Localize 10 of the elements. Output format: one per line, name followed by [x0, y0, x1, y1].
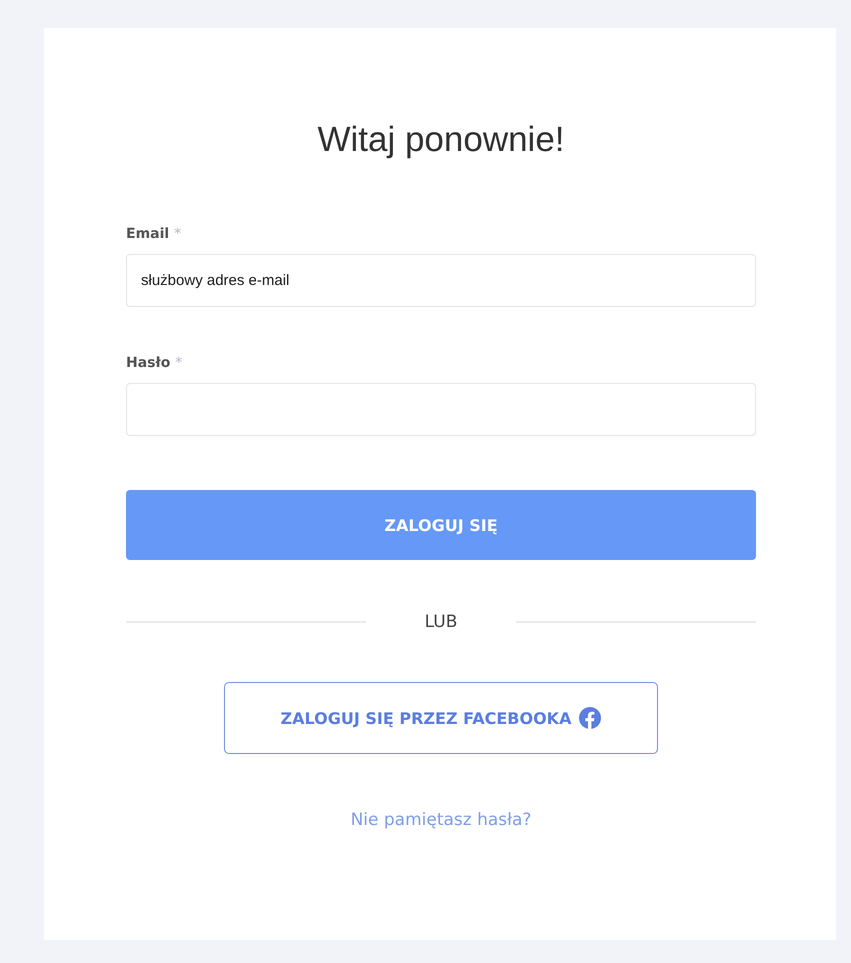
input-field[interactable] — [126, 383, 756, 436]
divider-text: LUB — [424, 612, 458, 632]
facebook-login-button[interactable]: ZALOGUJ SIĘ PRZEZ FACEBOOKA — [224, 682, 658, 754]
field-label: Email * — [126, 226, 182, 242]
input-field[interactable]: służbowy adres e-mail — [126, 254, 756, 307]
field-label: Hasło * — [126, 355, 184, 371]
page-title: Witaj ponownie! — [316, 120, 566, 160]
forgot-password-link[interactable]: Nie pamiętasz hasła? — [350, 810, 532, 830]
facebook-icon — [579, 707, 602, 729]
login-button[interactable]: ZALOGUJ SIĘ — [126, 490, 756, 560]
